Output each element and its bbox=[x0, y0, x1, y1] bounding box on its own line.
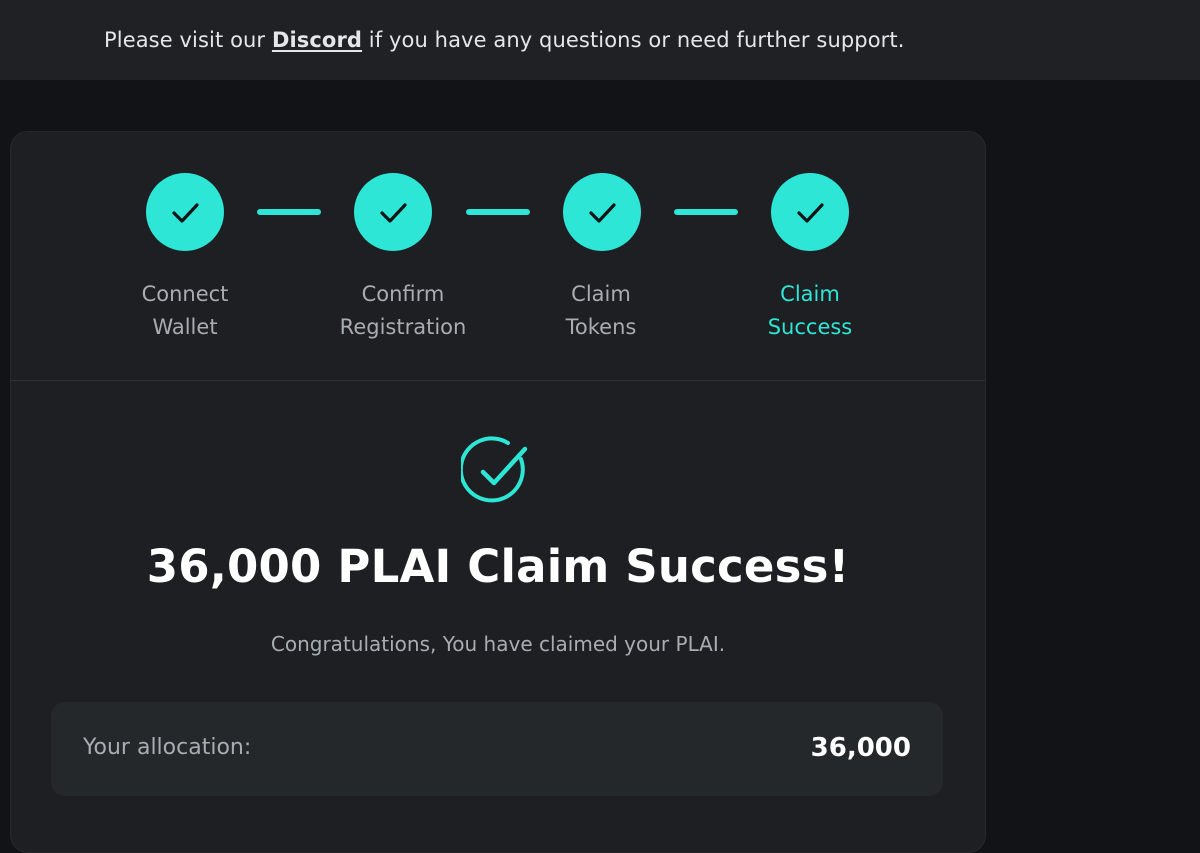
step-connect-wallet-circle bbox=[146, 173, 224, 251]
check-circle-icon bbox=[461, 436, 528, 503]
support-notice-prefix: Please visit our bbox=[104, 28, 272, 52]
claim-card: Connect Wallet Confirm Registration Clai… bbox=[10, 131, 986, 853]
step-label-claim-tokens: Claim Tokens bbox=[511, 278, 691, 344]
discord-link[interactable]: Discord bbox=[272, 28, 362, 52]
allocation-label: Your allocation: bbox=[83, 735, 252, 760]
step-label-confirm-registration: Confirm Registration bbox=[313, 278, 493, 344]
support-banner: Please visit our Discord if you have any… bbox=[0, 0, 1200, 80]
claim-success-title: 36,000 PLAI Claim Success! bbox=[146, 540, 850, 593]
support-notice: Please visit our Discord if you have any… bbox=[104, 28, 905, 52]
step-connector bbox=[674, 209, 738, 215]
claim-success-message: Congratulations, You have claimed your P… bbox=[270, 632, 726, 656]
checkmark-icon bbox=[172, 203, 199, 223]
step-label-claim-success: Claim Success bbox=[720, 278, 900, 344]
step-label-line: Success bbox=[767, 315, 853, 339]
step-label-line: Wallet bbox=[152, 315, 218, 339]
support-notice-suffix: if you have any questions or need furthe… bbox=[362, 28, 905, 52]
allocation-panel: Your allocation: 36,000 bbox=[51, 702, 943, 796]
step-label-line: Tokens bbox=[565, 315, 637, 339]
step-label-line: Confirm bbox=[361, 282, 445, 306]
step-confirm-registration-circle bbox=[354, 173, 432, 251]
step-label-line: Registration bbox=[339, 315, 467, 339]
step-claim-tokens-circle bbox=[563, 173, 641, 251]
step-label-line: Claim bbox=[571, 282, 631, 306]
step-connector bbox=[466, 209, 530, 215]
checkmark-icon bbox=[797, 203, 824, 223]
step-connector bbox=[257, 209, 321, 215]
allocation-value: 36,000 bbox=[810, 733, 911, 763]
step-claim-success-circle bbox=[771, 173, 849, 251]
checkmark-icon bbox=[589, 203, 616, 223]
step-label-connect-wallet: Connect Wallet bbox=[95, 278, 275, 344]
step-label-line: Claim bbox=[780, 282, 840, 306]
section-divider bbox=[11, 380, 985, 381]
checkmark-icon bbox=[380, 203, 407, 223]
step-label-line: Connect bbox=[141, 282, 229, 306]
